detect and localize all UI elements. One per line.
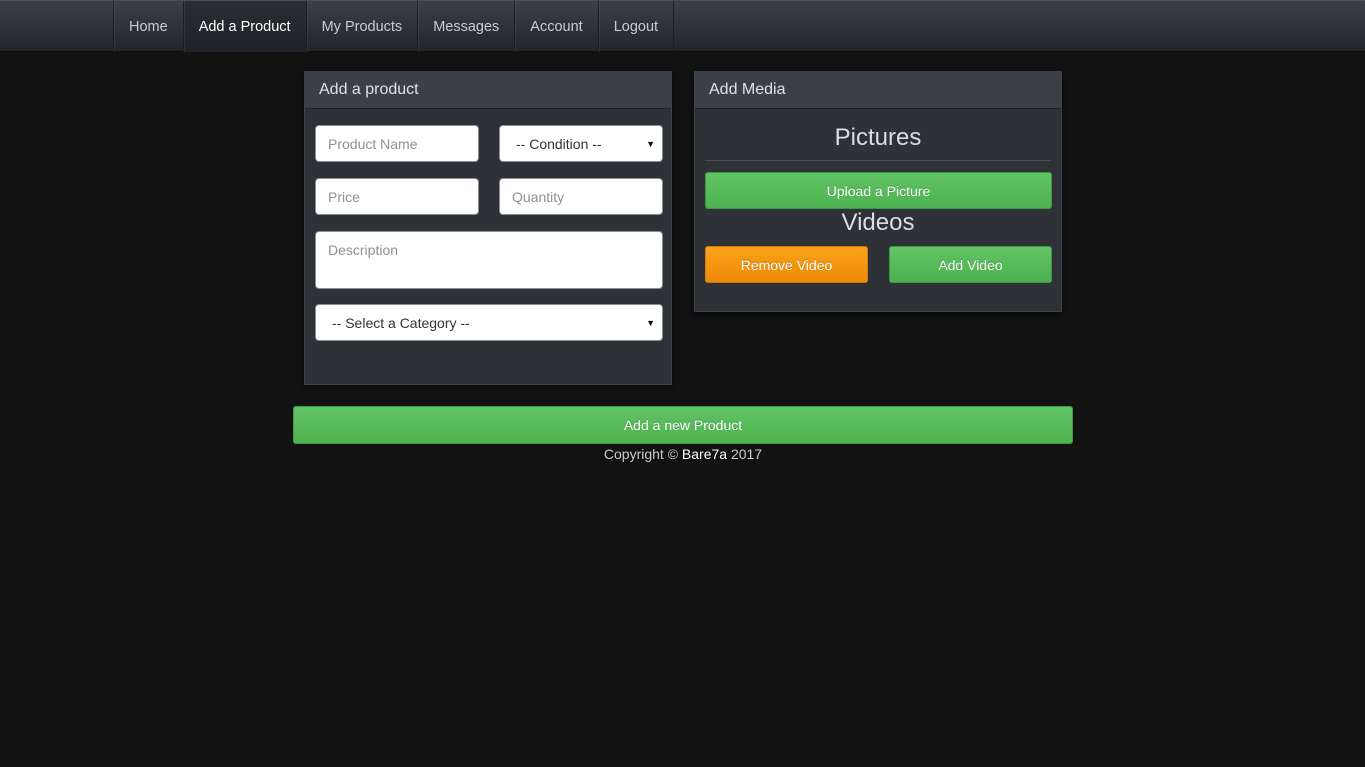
category-select-value: -- Select a Category -- xyxy=(332,314,470,331)
add-media-panel-title: Add Media xyxy=(695,72,1061,109)
nav-item-logout[interactable]: Logout xyxy=(599,1,675,52)
add-product-panel: Add a product -- Condition -- ▼ -- Selec… xyxy=(304,71,672,385)
videos-heading: Videos xyxy=(841,209,915,236)
quantity-input[interactable] xyxy=(499,178,663,215)
nav-item-home[interactable]: Home xyxy=(114,1,184,52)
copyright-year: 2017 xyxy=(730,446,763,462)
condition-select-value: -- Condition -- xyxy=(516,135,602,152)
add-new-product-button[interactable]: Add a new Product xyxy=(293,406,1073,444)
pictures-heading: Pictures xyxy=(834,124,922,151)
category-select[interactable]: -- Select a Category -- ▼ xyxy=(315,304,663,341)
nav-item-add-product[interactable]: Add a Product xyxy=(183,1,307,52)
condition-select[interactable]: -- Condition -- ▼ xyxy=(499,125,663,162)
footer-brand: Bare7a xyxy=(681,446,728,462)
chevron-down-icon: ▼ xyxy=(646,317,655,328)
nav-item-messages[interactable]: Messages xyxy=(418,1,516,52)
add-product-panel-title: Add a product xyxy=(305,72,671,109)
remove-video-button[interactable]: Remove Video xyxy=(705,246,868,283)
description-textarea[interactable] xyxy=(315,231,663,289)
nav-item-account[interactable]: Account xyxy=(515,1,599,52)
price-input[interactable] xyxy=(315,178,479,215)
pictures-divider xyxy=(705,160,1051,161)
nav-item-my-products[interactable]: My Products xyxy=(307,1,419,52)
add-media-panel: Add Media Pictures Upload a Picture Vide… xyxy=(694,71,1062,312)
upload-picture-button[interactable]: Upload a Picture xyxy=(705,172,1052,209)
add-video-button[interactable]: Add Video xyxy=(889,246,1052,283)
top-navbar: Home Add a Product My Products Messages … xyxy=(0,0,1365,52)
product-name-input[interactable] xyxy=(315,125,479,162)
nav-list: Home Add a Product My Products Messages … xyxy=(113,1,675,52)
copyright-text: Copyright © xyxy=(603,446,679,462)
chevron-down-icon: ▼ xyxy=(646,138,655,149)
footer: Copyright © Bare7a 2017 xyxy=(293,446,1073,462)
